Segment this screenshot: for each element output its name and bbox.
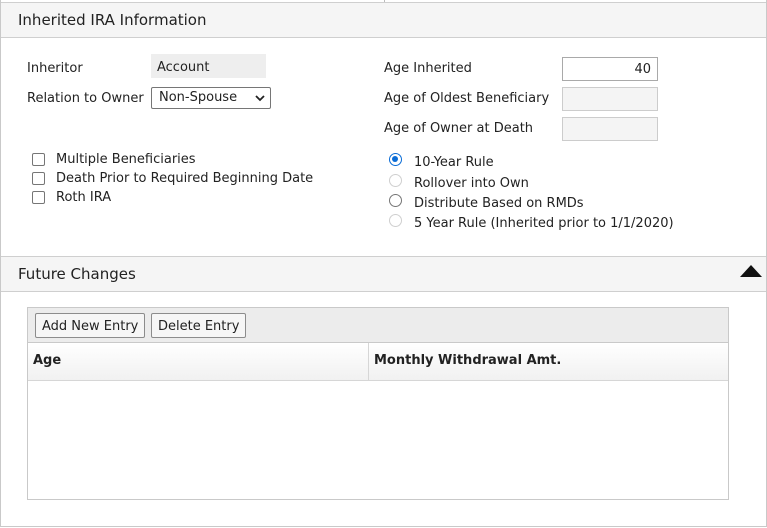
multiple-beneficiaries-label: Multiple Beneficiaries <box>56 152 196 167</box>
relation-select[interactable]: Non-Spouse <box>151 87 271 109</box>
inheritor-label: Inheritor <box>27 61 83 76</box>
five-year-rule-label: 5 Year Rule (Inherited prior to 1/1/2020… <box>414 216 674 231</box>
roth-ira-label: Roth IRA <box>56 190 112 205</box>
relation-select-value: Non-Spouse <box>159 90 238 105</box>
age-inherited-label: Age Inherited <box>384 61 472 76</box>
grid-header-row: Age Monthly Withdrawal Amt. <box>28 343 728 381</box>
death-prior-checkbox[interactable] <box>32 172 45 185</box>
oldest-beneficiary-label: Age of Oldest Beneficiary <box>384 91 550 106</box>
owner-death-label: Age of Owner at Death <box>384 121 534 136</box>
grid-toolbar: Add New Entry Delete Entry <box>28 308 728 343</box>
future-changes-header[interactable]: Future Changes <box>1 256 766 292</box>
future-changes-title: Future Changes <box>18 265 136 283</box>
chevron-down-icon <box>255 95 265 102</box>
column-header-monthly-withdrawal[interactable]: Monthly Withdrawal Amt. <box>369 343 728 380</box>
relation-label: Relation to Owner <box>27 91 144 106</box>
distribute-rmd-label: Distribute Based on RMDs <box>414 196 584 211</box>
death-prior-label: Death Prior to Required Beginning Date <box>56 171 314 186</box>
owner-death-input[interactable] <box>562 117 658 141</box>
collapse-triangle-icon[interactable] <box>739 264 763 278</box>
age-inherited-input[interactable]: 40 <box>562 57 658 81</box>
oldest-beneficiary-input[interactable] <box>562 87 658 111</box>
distribute-rmd-radio[interactable] <box>389 194 402 207</box>
grid-body <box>28 381 728 499</box>
inherited-ira-header: Inherited IRA Information <box>1 2 766 38</box>
roth-ira-checkbox[interactable] <box>32 191 45 204</box>
column-header-age[interactable]: Age <box>28 343 368 380</box>
inheritor-value: Account <box>151 54 266 78</box>
five-year-rule-radio[interactable] <box>389 214 402 227</box>
future-changes-grid: Add New Entry Delete Entry Age Monthly W… <box>27 307 729 500</box>
inherited-ira-title: Inherited IRA Information <box>18 11 207 29</box>
delete-entry-button[interactable]: Delete Entry <box>151 313 247 338</box>
rollover-radio[interactable] <box>389 174 402 187</box>
ten-year-rule-radio[interactable] <box>389 153 402 166</box>
ten-year-rule-label: 10-Year Rule <box>414 155 494 170</box>
rollover-label: Rollover into Own <box>414 176 529 191</box>
add-new-entry-button[interactable]: Add New Entry <box>35 313 146 338</box>
multiple-beneficiaries-checkbox[interactable] <box>32 153 45 166</box>
